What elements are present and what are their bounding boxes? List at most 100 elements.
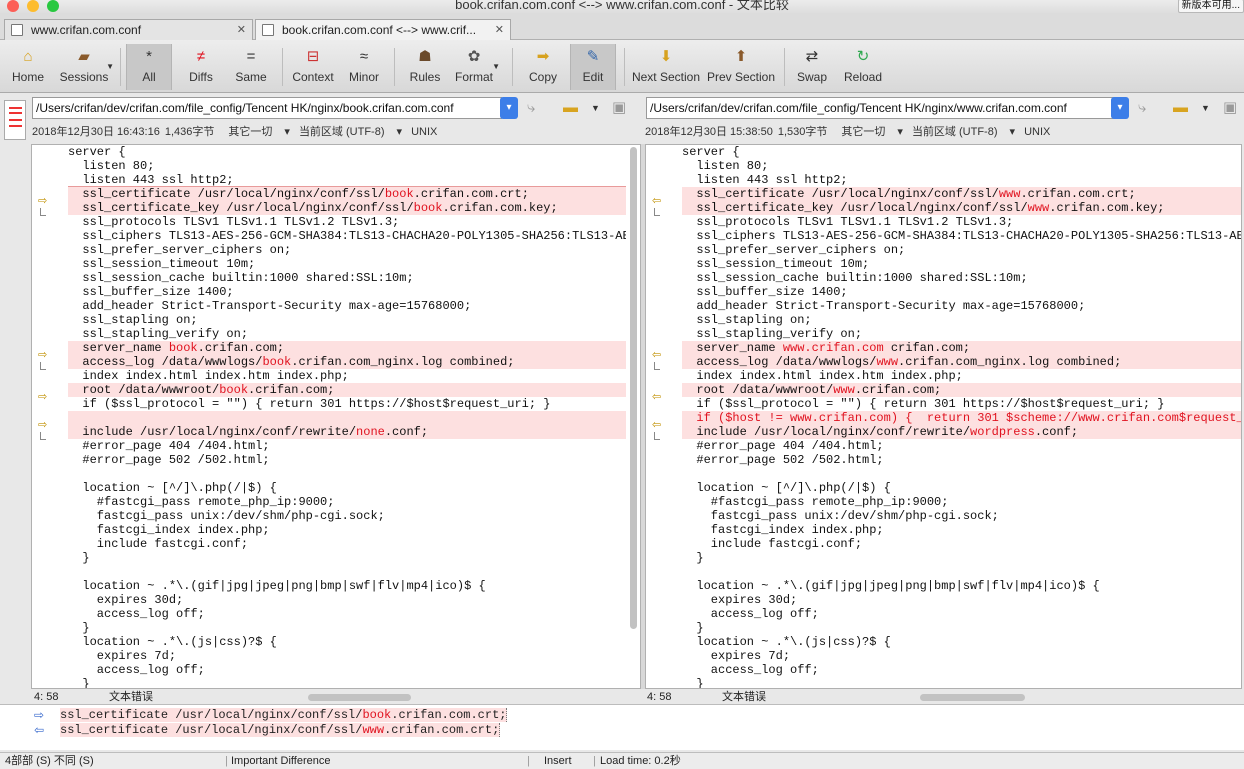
left-path-dropdown[interactable]: ▾	[500, 97, 518, 119]
tab-compare[interactable]: book.crifan.com.conf <--> www.crif... ✕	[255, 19, 511, 40]
code-line[interactable]: ssl_session_cache builtin:1000 shared:SS…	[682, 271, 1241, 285]
code-line[interactable]: include fastcgi.conf;	[682, 537, 1241, 551]
code-line[interactable]: fastcgi_pass unix:/dev/shm/php-cgi.sock;	[682, 509, 1241, 523]
minor-button[interactable]: ≈ Minor	[342, 44, 386, 90]
code-line[interactable]: }	[68, 621, 626, 635]
sessions-button[interactable]: ▰ Sessions ▼	[58, 44, 114, 90]
code-line[interactable]: ssl_certificate_key /usr/local/nginx/con…	[682, 201, 1241, 215]
format-button[interactable]: ✿ Format ▼	[452, 44, 500, 90]
code-line[interactable]: location ~ .*\.(js|css)?$ {	[68, 635, 626, 649]
code-line[interactable]: server {	[682, 145, 1241, 159]
left-path-input[interactable]: /Users/crifan/dev/crifan.com/file_config…	[32, 97, 502, 119]
code-line[interactable]	[682, 467, 1241, 481]
rules-button[interactable]: ☗ Rules	[404, 44, 446, 90]
arrow-left-icon[interactable]: ⇦	[652, 348, 664, 362]
code-line[interactable]: location ~ .*\.(gif|jpg|jpeg|png|bmp|swf…	[68, 579, 626, 593]
code-line[interactable]: #error_page 502 /502.html;	[682, 453, 1241, 467]
code-line[interactable]: add_header Strict-Transport-Security max…	[682, 299, 1241, 313]
code-line[interactable]: if ($host != www.crifan.com) { return 30…	[682, 411, 1241, 425]
code-line[interactable]: #fastcgi_pass remote_php_ip:9000;	[68, 495, 626, 509]
code-line[interactable]: include /usr/local/nginx/conf/rewrite/wo…	[682, 425, 1241, 439]
code-line[interactable]: ssl_stapling_verify on;	[68, 327, 626, 341]
left-vertical-scrollbar[interactable]	[630, 147, 637, 629]
code-line[interactable]: add_header Strict-Transport-Security max…	[68, 299, 626, 313]
code-line[interactable]: ssl_stapling on;	[682, 313, 1241, 327]
code-line[interactable]: ssl_prefer_server_ciphers on;	[682, 243, 1241, 257]
arrow-left-icon[interactable]: ⇦	[652, 390, 664, 404]
left-history-icon[interactable]: ⤷	[527, 98, 535, 118]
code-line[interactable]: location ~ .*\.(gif|jpg|jpeg|png|bmp|swf…	[682, 579, 1241, 593]
code-line[interactable]: include fastcgi.conf;	[68, 537, 626, 551]
code-line[interactable]: fastcgi_pass unix:/dev/shm/php-cgi.sock;	[68, 509, 626, 523]
code-line[interactable]: ssl_protocols TLSv1 TLSv1.1 TLSv1.2 TLSv…	[68, 215, 626, 229]
tab-www-conf[interactable]: www.crifan.com.conf ✕	[4, 19, 253, 40]
context-button[interactable]: ⊟ Context	[288, 44, 338, 90]
code-line[interactable]: ssl_stapling on;	[68, 313, 626, 327]
right-save-icon[interactable]: ▣	[1223, 98, 1237, 118]
prev-section-button[interactable]: ⬆ Prev Section	[705, 44, 777, 90]
left-horizontal-scrollbar[interactable]	[308, 694, 411, 701]
view-diffs-button[interactable]: ≠ Diffs	[178, 44, 224, 90]
arrow-left-icon[interactable]: ⇦	[652, 418, 664, 432]
right-open-dropdown-icon[interactable]: ▼	[1201, 98, 1210, 118]
diff-overview-thumbnail[interactable]	[4, 100, 26, 140]
right-code[interactable]: server { listen 80; listen 443 ssl http2…	[682, 145, 1241, 688]
code-line[interactable]	[68, 467, 626, 481]
reload-button[interactable]: ↻ Reload	[840, 44, 886, 90]
code-line[interactable]: expires 7d;	[682, 649, 1241, 663]
code-line[interactable]: }	[68, 551, 626, 565]
code-line[interactable]	[682, 565, 1241, 579]
code-line[interactable]	[68, 411, 626, 425]
code-line[interactable]: server_name book.crifan.com;	[68, 341, 626, 355]
code-line[interactable]: ssl_session_timeout 10m;	[682, 257, 1241, 271]
code-line[interactable]: ssl_certificate_key /usr/local/nginx/con…	[68, 201, 626, 215]
code-line[interactable]: access_log /data/wwwlogs/book.crifan.com…	[68, 355, 626, 369]
code-line[interactable]: if ($ssl_protocol = "") { return 301 htt…	[682, 397, 1241, 411]
right-editor-pane[interactable]: ⇦ ⇦ ⇦ ⇦ server { listen 80; listen 443 ssl …	[645, 144, 1242, 689]
code-line[interactable]: fastcgi_index index.php;	[682, 523, 1241, 537]
code-line[interactable]: location ~ [^/]\.php(/|$) {	[682, 481, 1241, 495]
close-icon[interactable]: ✕	[495, 20, 504, 40]
right-path-input[interactable]: /Users/crifan/dev/crifan.com/file_config…	[646, 97, 1114, 119]
code-line[interactable]	[68, 565, 626, 579]
left-other-dropdown[interactable]: 其它一切 ▾	[228, 126, 290, 138]
left-code[interactable]: server { listen 80; listen 443 ssl http2…	[68, 145, 626, 688]
code-line[interactable]: }	[68, 677, 626, 688]
code-line[interactable]: server {	[68, 145, 626, 159]
code-line[interactable]: location ~ .*\.(js|css)?$ {	[682, 635, 1241, 649]
code-line[interactable]: index index.html index.htm index.php;	[68, 369, 626, 383]
code-line[interactable]: include /usr/local/nginx/conf/rewrite/no…	[68, 425, 626, 439]
view-all-button[interactable]: * All	[126, 44, 172, 90]
right-open-folder-icon[interactable]: ▬	[1173, 98, 1188, 118]
right-history-icon[interactable]: ⤷	[1138, 98, 1146, 118]
right-horizontal-scrollbar[interactable]	[920, 694, 1025, 701]
swap-button[interactable]: ⇄ Swap	[792, 44, 832, 90]
left-editor-pane[interactable]: ⇨ ⇨ ⇨ ⇨ server { listen 80; listen 443 ssl …	[31, 144, 641, 689]
code-line[interactable]: #error_page 502 /502.html;	[68, 453, 626, 467]
view-same-button[interactable]: = Same	[228, 44, 274, 90]
code-line[interactable]: location ~ [^/]\.php(/|$) {	[68, 481, 626, 495]
home-button[interactable]: ⌂ Home	[4, 44, 52, 90]
code-line[interactable]: ssl_ciphers TLS13-AES-256-GCM-SHA384:TLS…	[68, 229, 626, 243]
code-line[interactable]: }	[682, 551, 1241, 565]
code-line[interactable]: listen 80;	[682, 159, 1241, 173]
code-line[interactable]: ssl_buffer_size 1400;	[68, 285, 626, 299]
code-line[interactable]: ssl_ciphers TLS13-AES-256-GCM-SHA384:TLS…	[682, 229, 1241, 243]
right-path-dropdown[interactable]: ▾	[1111, 97, 1129, 119]
code-line[interactable]: ssl_protocols TLSv1 TLSv1.1 TLSv1.2 TLSv…	[682, 215, 1241, 229]
code-line[interactable]: #fastcgi_pass remote_php_ip:9000;	[682, 495, 1241, 509]
left-encoding-dropdown[interactable]: 当前区域 (UTF-8) ▾	[299, 126, 402, 138]
right-other-dropdown[interactable]: 其它一切 ▾	[841, 126, 903, 138]
left-save-icon[interactable]: ▣	[612, 98, 626, 118]
code-line[interactable]: fastcgi_index index.php;	[68, 523, 626, 537]
code-line[interactable]: listen 443 ssl http2;	[682, 173, 1241, 187]
update-available-button[interactable]: 新版本可用...	[1177, 0, 1244, 13]
arrow-right-icon[interactable]: ⇨	[38, 390, 50, 404]
code-line[interactable]: root /data/wwwroot/book.crifan.com;	[68, 383, 626, 397]
code-line[interactable]: ssl_stapling_verify on;	[682, 327, 1241, 341]
copy-button[interactable]: ➡ Copy	[522, 44, 564, 90]
code-line[interactable]: access_log off;	[68, 663, 626, 677]
code-line[interactable]: root /data/wwwroot/www.crifan.com;	[682, 383, 1241, 397]
code-line[interactable]: access_log off;	[682, 607, 1241, 621]
code-line[interactable]: expires 30d;	[68, 593, 626, 607]
